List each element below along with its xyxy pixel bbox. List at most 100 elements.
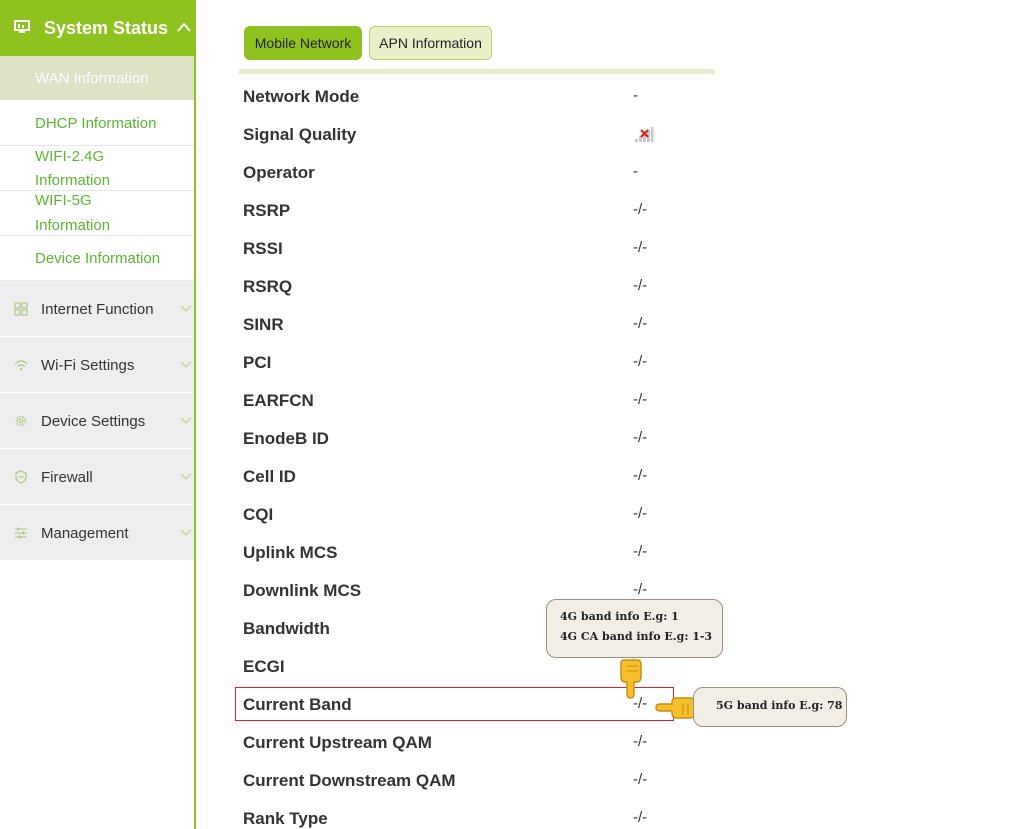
chevron-up-icon — [177, 22, 191, 32]
row-value: -/- — [633, 733, 648, 750]
system-status-label: System Status — [44, 18, 169, 38]
sidebar-item-label: WAN Information — [35, 70, 149, 87]
sidebar-item-label: WIFI-5G — [35, 192, 92, 209]
row-label: ECGI — [243, 657, 285, 676]
sidebar: System Status WAN Information DHCP Infor… — [0, 0, 196, 829]
row-value: -/- — [633, 771, 648, 788]
menu-label: Management — [41, 525, 129, 542]
shield-icon — [15, 470, 27, 484]
row-label: Cell ID — [243, 467, 296, 486]
row-label: SINR — [243, 315, 284, 334]
info-row-rsrp: RSRP -/- — [243, 195, 693, 233]
info-row-cell-id: Cell ID -/- — [243, 461, 693, 499]
row-label: Uplink MCS — [243, 543, 338, 562]
info-row-signal-quality: Signal Quality — [243, 119, 693, 157]
tooltip-line: 4G CA band info E.g: 1-3 — [560, 630, 713, 643]
row-label: Bandwidth — [243, 619, 330, 638]
info-row-operator: Operator - — [243, 157, 693, 195]
pointing-hand-left-icon — [655, 697, 695, 719]
menu-management[interactable]: Management — [0, 505, 194, 561]
info-row-enodeb-id: EnodeB ID -/- — [243, 423, 693, 461]
row-value: - — [633, 87, 638, 104]
sidebar-item-label: WIFI-2.4G — [35, 148, 105, 165]
sidebar-item-label-line2: Information — [35, 172, 111, 189]
info-row-rssi: RSSI -/- — [243, 233, 693, 271]
row-value: -/- — [633, 353, 648, 370]
info-row-pci: PCI -/- — [243, 347, 693, 385]
info-row-sinr: SINR -/- — [243, 309, 693, 347]
row-value: -/- — [633, 543, 648, 560]
info-row-uplink-mcs: Uplink MCS -/- — [243, 537, 693, 575]
menu-label: Wi-Fi Settings — [41, 357, 135, 374]
row-label: EARFCN — [243, 391, 314, 410]
chevron-down-icon — [180, 305, 192, 312]
info-row-current-upstream-qam: Current Upstream QAM -/- — [243, 727, 693, 765]
tooltip-4g-band-info: 4G band info E.g: 1 4G CA band info E.g:… — [546, 599, 723, 658]
sidebar-item-device-information[interactable]: Device Information — [0, 236, 194, 281]
chevron-down-icon — [180, 529, 192, 536]
chevron-down-icon — [180, 417, 192, 424]
info-row-earfcn: EARFCN -/- — [243, 385, 693, 423]
row-value: -/- — [633, 429, 648, 446]
row-label: EnodeB ID — [243, 429, 329, 448]
info-row-rsrq: RSRQ -/- — [243, 271, 693, 309]
tab-mobile-network[interactable]: Mobile Network — [244, 26, 362, 60]
gear-icon — [15, 415, 27, 427]
menu-wifi-settings[interactable]: Wi-Fi Settings — [0, 337, 194, 393]
pointing-hand-down-icon — [620, 659, 642, 699]
grid-icon — [14, 302, 28, 316]
row-label: Signal Quality — [243, 125, 357, 144]
row-label: Rank Type — [243, 809, 328, 828]
monitor-icon — [14, 20, 30, 33]
current-band-highlight — [235, 687, 674, 721]
row-value: -/- — [633, 391, 648, 408]
row-label: RSRP — [243, 201, 291, 220]
row-value: -/- — [633, 809, 648, 826]
row-value: -/- — [633, 239, 648, 256]
info-row-network-mode: Network Mode - — [243, 81, 693, 119]
sidebar-item-wifi-24g-information[interactable]: WIFI-2.4G Information — [0, 146, 194, 191]
row-label: Current Downstream QAM — [243, 771, 456, 790]
sidebar-item-wan-information[interactable]: WAN Information — [0, 56, 194, 100]
wifi-icon — [14, 360, 28, 371]
row-label: Current Upstream QAM — [243, 733, 432, 752]
tab-apn-information[interactable]: APN Information — [369, 26, 492, 60]
sliders-icon — [15, 527, 27, 539]
tab-underline — [239, 69, 715, 74]
row-label: Operator — [243, 163, 315, 182]
info-row-cqi: CQI -/- — [243, 499, 693, 537]
row-label: CQI — [243, 505, 274, 524]
menu-label: Firewall — [41, 469, 93, 486]
row-value: -/- — [633, 467, 648, 484]
sidebar-item-dhcp-information[interactable]: DHCP Information — [0, 100, 194, 146]
chevron-down-icon — [180, 473, 192, 480]
sidebar-item-label-line2: Information — [35, 217, 111, 234]
tooltip-line: 5G band info E.g: 78 — [716, 699, 843, 712]
signal-no-service-icon — [635, 127, 654, 142]
menu-label: Internet Function — [41, 301, 154, 318]
sidebar-item-label: Device Information — [35, 250, 161, 267]
row-label: RSRQ — [243, 277, 293, 296]
chevron-down-icon — [180, 361, 192, 368]
sidebar-item-wifi-5g-information[interactable]: WIFI-5G Information — [0, 191, 194, 236]
row-value: -/- — [633, 581, 648, 598]
row-label: Downlink MCS — [243, 581, 362, 600]
menu-device-settings[interactable]: Device Settings — [0, 393, 194, 449]
tooltip-line: 4G band info E.g: 1 — [560, 610, 679, 623]
row-value: -/- — [633, 201, 648, 218]
menu-label: Device Settings — [41, 413, 146, 430]
row-value: - — [633, 163, 638, 180]
row-label: RSSI — [243, 239, 283, 258]
row-value: -/- — [633, 315, 648, 332]
menu-firewall[interactable]: Firewall — [0, 449, 194, 505]
tooltip-5g-band-info: 5G band info E.g: 78 — [693, 687, 847, 727]
row-label: Network Mode — [243, 87, 360, 106]
info-row-rank-type: Rank Type -/- — [243, 803, 693, 829]
system-status-header[interactable]: System Status — [0, 0, 194, 56]
sidebar-item-label: DHCP Information — [35, 115, 157, 132]
info-row-current-downstream-qam: Current Downstream QAM -/- — [243, 765, 693, 803]
row-label: PCI — [243, 353, 272, 372]
row-value: -/- — [633, 277, 648, 294]
row-value: -/- — [633, 505, 648, 522]
menu-internet-function[interactable]: Internet Function — [0, 281, 194, 337]
